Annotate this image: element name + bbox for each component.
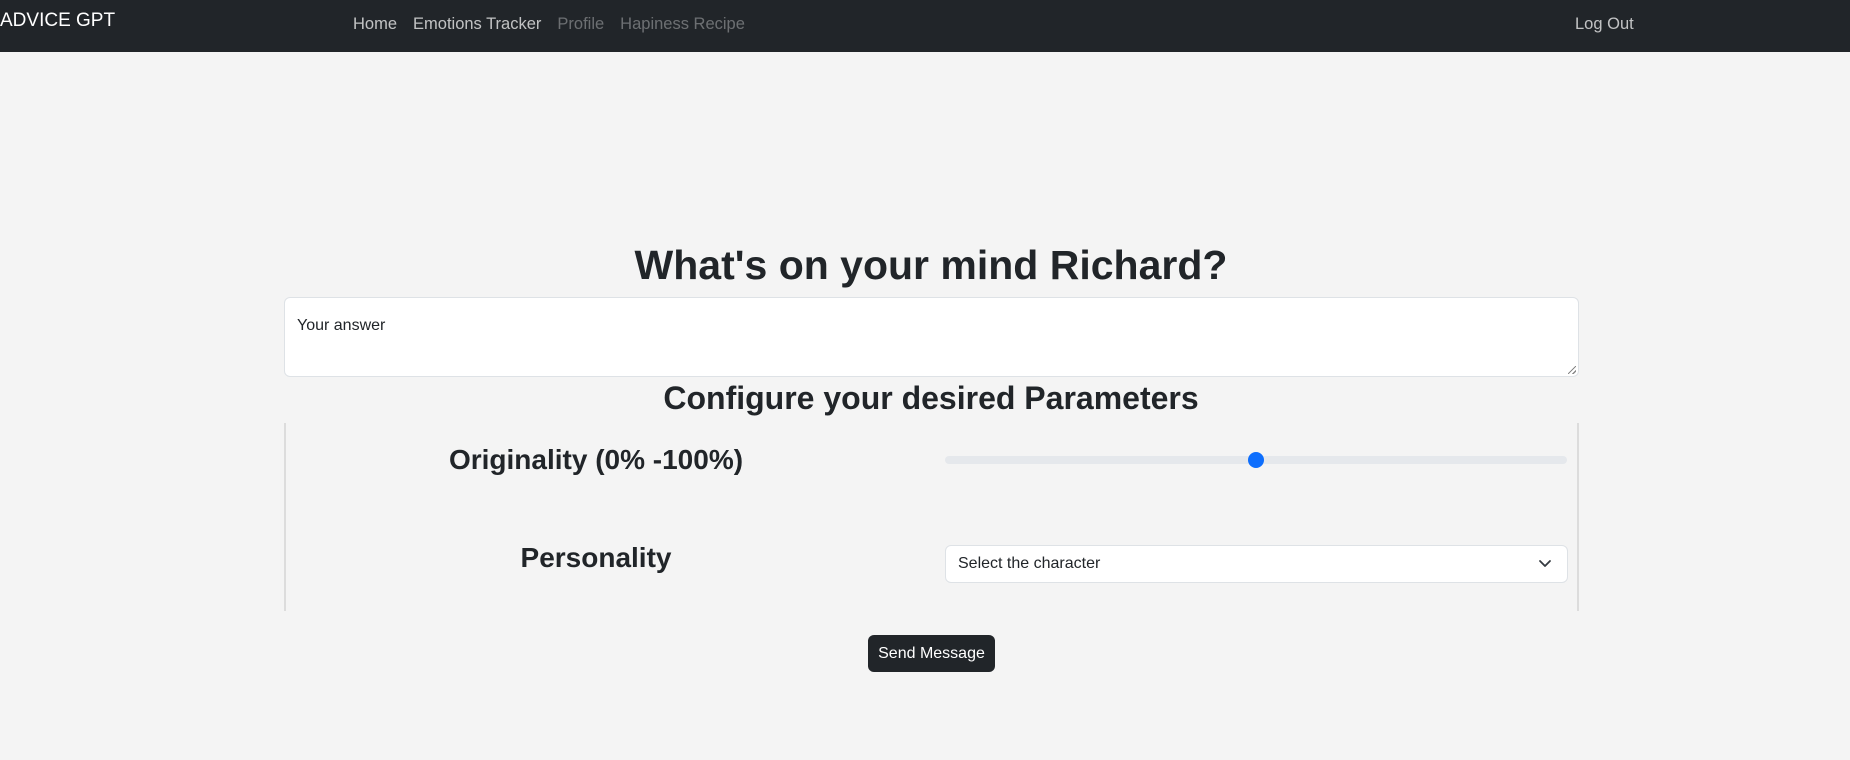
resize-grip-icon[interactable]	[1568, 366, 1576, 374]
answer-textarea[interactable]: Your answer	[284, 297, 1579, 377]
originality-slider[interactable]	[945, 452, 1567, 468]
originality-label: Originality (0% -100%)	[448, 444, 744, 475]
originality-slider-thumb[interactable]	[1248, 452, 1264, 468]
log-out-link[interactable]: Log Out	[1575, 15, 1634, 34]
nav-link-home[interactable]: Home	[353, 15, 397, 34]
chevron-down-icon	[1539, 560, 1551, 567]
navbar: ADVICE GPT Home Emotions Tracker Profile…	[0, 0, 1850, 52]
nav-link-profile: Profile	[557, 15, 605, 33]
personality-select[interactable]: Select the character	[945, 545, 1568, 583]
brand-logo[interactable]: ADVICE GPT	[0, 10, 115, 32]
parameters-heading: Configure your desired Parameters	[663, 380, 1199, 416]
personality-selected-value: Select the character	[958, 555, 1101, 572]
send-message-button[interactable]: Send Message	[868, 635, 995, 672]
answer-placeholder: Your answer	[297, 317, 386, 334]
page-title: What's on your mind Richard?	[634, 242, 1228, 288]
nav-links: Home Emotions Tracker Profile Hapiness R…	[353, 15, 745, 34]
personality-label: Personality	[520, 542, 672, 573]
nav-link-hapiness-recipe: Hapiness Recipe	[620, 15, 745, 33]
nav-link-emotions-tracker[interactable]: Emotions Tracker	[413, 15, 541, 34]
parameters-panel: Originality (0% -100%) Personality Selec…	[284, 423, 1579, 611]
